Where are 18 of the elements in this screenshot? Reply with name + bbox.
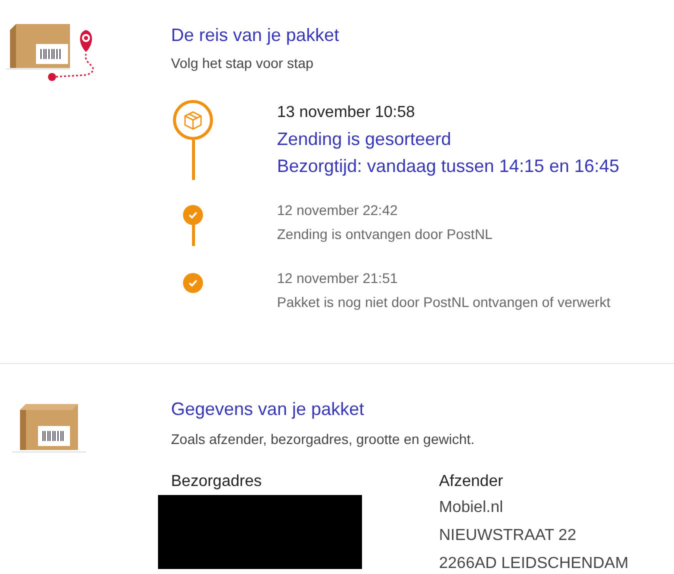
event-description: Bezorgtijd: vandaag tussen 14:15 en 16:45: [277, 155, 620, 178]
field-label: Bezorgadres: [171, 472, 263, 492]
field-label: Afzender: [439, 472, 504, 492]
section-subtitle: Volg het stap voor stap: [171, 54, 314, 73]
sender-address-line: Mobiel.nl: [439, 498, 504, 518]
event-description: Zending is gesorteerd: [277, 128, 452, 151]
section-title: Gegevens van je pakket: [171, 398, 366, 421]
event-time: 12 november 21:51: [277, 269, 399, 288]
check-icon: [183, 273, 203, 293]
event-description: Pakket is nog niet door PostNL ontvangen of verwerkt: [277, 293, 612, 312]
section-subtitle: Zoals afzender, bezorgadres, grootte en gewicht.: [171, 430, 476, 449]
section-title: De reis van je pakket: [171, 24, 340, 47]
package-icon: [12, 402, 86, 454]
event-time: 13 november 10:58: [277, 103, 416, 123]
event-description: Zending is ontvangen door PostNL: [277, 225, 494, 244]
sender-address-line: NIEUWSTRAAT 22: [439, 526, 578, 546]
event-time: 12 november 22:42: [277, 201, 399, 220]
sender-address-line: 2266AD LEIDSCHENDAM: [439, 554, 628, 574]
